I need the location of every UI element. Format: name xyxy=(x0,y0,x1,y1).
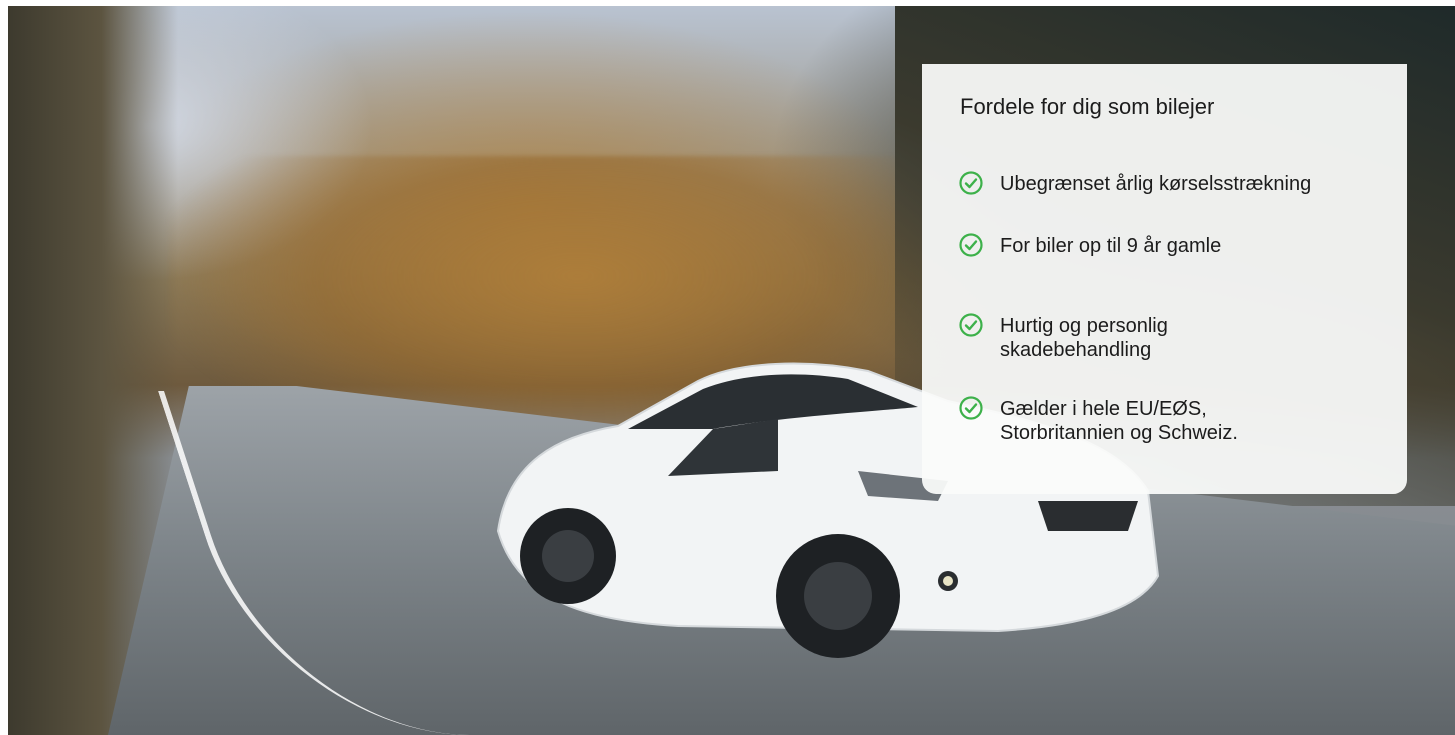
benefit-item: Gælder i hele EU/EØS, Storbritannien og … xyxy=(958,396,1300,445)
benefit-item: Hurtig og personlig skadebehandling xyxy=(958,313,1220,362)
check-circle-icon xyxy=(959,396,983,420)
benefit-item: For biler op til 9 år gamle xyxy=(958,233,1380,258)
benefit-text: Gælder i hele EU/EØS, Storbritannien og … xyxy=(1000,398,1238,444)
benefit-text: Ubegrænset årlig kørselsstrækning xyxy=(1000,173,1312,195)
benefit-item: Ubegrænset årlig kørselsstrækning xyxy=(958,171,1380,196)
benefit-text: Hurtig og personlig skadebehandling xyxy=(1000,315,1168,361)
hero-banner: Fordele for dig som bilejer Ubegrænset å… xyxy=(8,6,1455,735)
check-circle-icon xyxy=(959,171,983,195)
benefits-panel: Fordele for dig som bilejer Ubegrænset å… xyxy=(922,64,1407,494)
check-circle-icon xyxy=(959,313,983,337)
panel-title: Fordele for dig som bilejer xyxy=(960,94,1215,119)
check-circle-icon xyxy=(959,233,983,257)
benefit-text: For biler op til 9 år gamle xyxy=(1000,235,1222,257)
